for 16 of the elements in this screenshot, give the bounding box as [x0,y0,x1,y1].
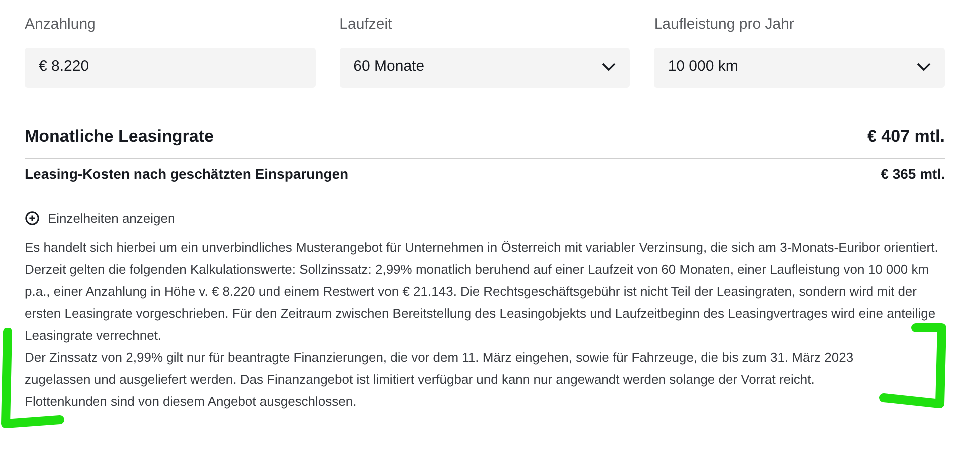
field-label: Laufleistung pro Jahr [654,15,796,35]
rate-value: € 407 mtl. [868,126,945,148]
dropdown[interactable]: 60 Monate [340,48,630,88]
dropdown[interactable]: 10 000 km [654,48,945,88]
chevron-down-icon [602,63,616,72]
savings-value: € 365 mtl. [881,165,945,184]
plus-circle-icon [25,211,40,226]
field-label: Laufzeit [340,15,394,35]
details-toggle[interactable]: Einzelheiten anzeigen [25,209,176,228]
chevron-down-icon [916,63,931,72]
savings-label: Leasing-Kosten nach geschätzten Einsparungen [25,165,349,184]
rate-label: Monatliche Leasingrate [25,126,214,148]
input-field[interactable]: € 8.220 [25,48,316,88]
disclaimer-paragraph: Der Zinssatz von 2,99% gilt nur für beantragte Finanzierungen, die vor dem 11. März eingehen, sowie für Fahrzeuge, die bis zum 31. März 2023 zugelassen und ausgeliefert werden. Das Finanzangebot ist limitiert verfügbar und kann nur angewandt werden solange der Vorrat reicht. Flottenkunden sind von diesem Angebot ausgeschlossen. [25,348,855,411]
disclaimer-paragraph: Es handelt sich hierbei um ein unverbindliches Musterangebot für Unternehmen in Österreich mit variabler Verzinsung, die sich am 3-Monats-Euribor orientiert. Derzeit gelten die folgenden Kalkulationswerte: Sollzinssatz: 2,99% monatlich beruhend auf einer Laufzeit von 60 Monaten, einer Laufleistung von 10 000 km p.a., einer Anzahlung in Höhe v. € 8.220 und einem Restwert von € 21.143. Die Rechtsgeschäftsgebühr ist nicht Teil der Leasingraten, sondern wird mit der ersten Leasingrate vorgeschrieben. Für den Zeitraum zwischen Bereitstellung des Leasingobjekts und Laufzeitbeginn des Leasingvertrages wird eine anteilige Leasingrate verrechnet. [25,238,940,345]
field-label: Anzahlung [25,15,97,35]
